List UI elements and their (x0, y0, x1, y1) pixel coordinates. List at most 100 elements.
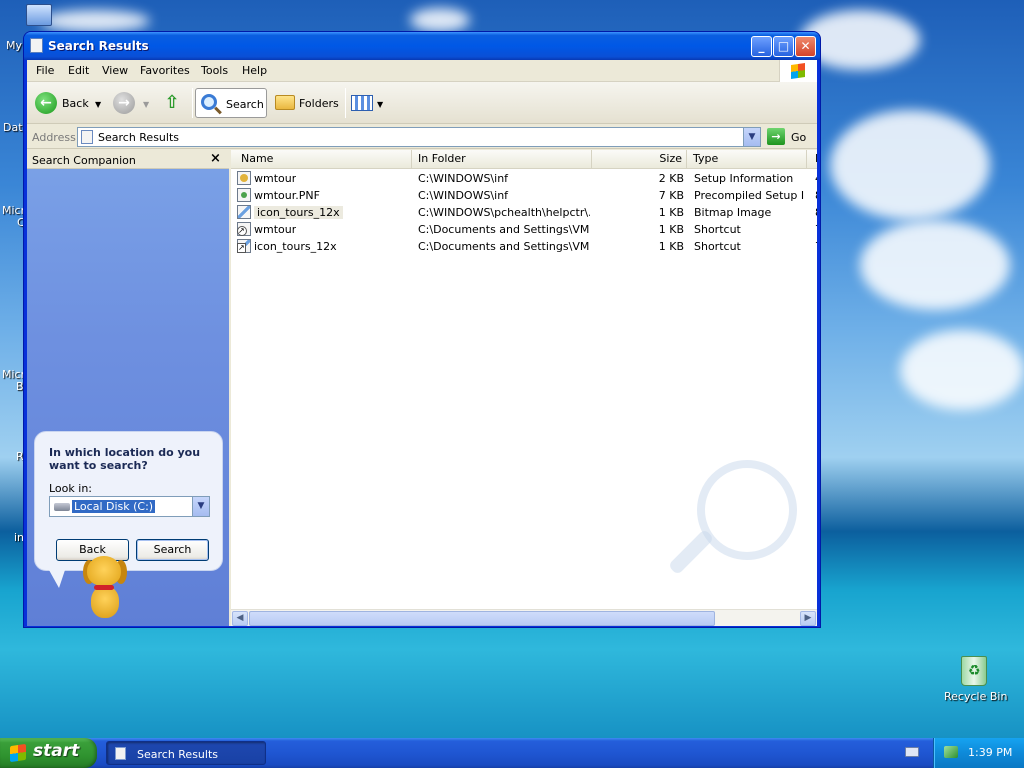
start-label: start (33, 741, 80, 761)
network-icon[interactable] (944, 746, 958, 758)
scroll-right-icon[interactable]: ▶ (800, 611, 816, 626)
address-input[interactable]: Search Results ▼ (77, 127, 761, 147)
up-folder-icon: ⇧ (164, 92, 180, 113)
file-folder: C:\WINDOWS\inf (418, 189, 509, 202)
table-row[interactable]: wmtour C:\Documents and Settings\VM2… 1 … (231, 221, 817, 238)
file-name: wmtour (254, 223, 297, 236)
file-date: 8 (815, 189, 817, 202)
file-name: icon_tours_12x (254, 206, 343, 219)
window-title: Search Results (48, 39, 149, 53)
local-disk-icon (54, 503, 70, 511)
column-size[interactable]: Size (592, 150, 687, 169)
search-icon (201, 94, 217, 110)
table-row[interactable]: icon_tours_12x C:\WINDOWS\pchealth\helpc… (231, 204, 817, 221)
folders-button[interactable]: Folders (271, 88, 341, 118)
search-button[interactable]: Search (195, 88, 267, 118)
window-client: File Edit View Favorites Tools Help ← Ba… (27, 60, 817, 626)
file-type: Setup Information (694, 172, 794, 185)
file-folder: C:\Documents and Settings\VM2… (418, 223, 590, 236)
back-button[interactable]: ← Back ▼ (35, 88, 107, 118)
search-wizard-button[interactable]: Search (136, 539, 209, 561)
views-dropdown-icon: ▼ (377, 100, 384, 109)
column-date[interactable]: D (807, 150, 817, 169)
recycle-bin[interactable]: Recycle Bin (944, 656, 1008, 703)
toolbar-separator (345, 88, 346, 118)
menu-tools[interactable]: Tools (201, 64, 228, 77)
address-bar: Address Search Results ▼ → Go (27, 125, 817, 149)
search-dog-icon[interactable] (77, 552, 137, 624)
folders-label: Folders (299, 97, 339, 110)
title-bar[interactable]: Search Results _ □ ✕ (24, 32, 820, 60)
table-row[interactable]: wmtour C:\WINDOWS\inf 2 KB Setup Informa… (231, 170, 817, 187)
dog-collar (94, 585, 114, 590)
scroll-thumb[interactable] (249, 611, 715, 626)
desktop-icon-my-computer[interactable]: My (6, 39, 22, 52)
up-folder-button[interactable]: ⇧ (161, 88, 187, 118)
taskbar: start Search Results 1:39 PM (0, 738, 1024, 768)
precompiled-file-icon (237, 188, 251, 202)
system-tray: 1:39 PM (933, 738, 1024, 768)
clock[interactable]: 1:39 PM (968, 746, 1012, 759)
menu-favorites[interactable]: Favorites (140, 64, 190, 77)
look-in-value: Local Disk (C:) (70, 499, 157, 514)
start-button[interactable]: start (0, 738, 97, 768)
menu-file[interactable]: File (36, 64, 54, 77)
views-button[interactable]: ▼ (349, 88, 385, 118)
file-folder: C:\WINDOWS\pchealth\helpctr\… (418, 206, 590, 219)
search-companion-header: Search Companion × (27, 150, 229, 169)
search-watermark-handle (667, 528, 715, 576)
cloud (410, 8, 470, 32)
file-size: 1 KB (658, 223, 684, 236)
search-results-icon (30, 38, 43, 53)
search-companion-title: Search Companion (32, 154, 136, 167)
menu-view[interactable]: View (102, 64, 128, 77)
column-in-folder[interactable]: In Folder (412, 150, 592, 169)
column-type[interactable]: Type (687, 150, 807, 169)
toolbar-separator (192, 88, 193, 118)
keyboard-icon[interactable] (905, 747, 919, 757)
go-arrow-icon: → (767, 128, 785, 145)
explorer-window: Search Results _ □ ✕ File Edit View Favo… (23, 31, 821, 628)
search-results-icon (81, 130, 93, 144)
menu-help[interactable]: Help (242, 64, 267, 77)
file-name: wmtour.PNF (254, 189, 320, 202)
table-row[interactable]: wmtour.PNF C:\WINDOWS\inf 7 KB Precompil… (231, 187, 817, 204)
horizontal-scrollbar[interactable]: ◀ ▶ (231, 609, 817, 626)
menu-bar: File Edit View Favorites Tools Help (27, 60, 817, 82)
file-size: 1 KB (658, 206, 684, 219)
folder-icon (275, 95, 295, 110)
toolbar: ← Back ▼ → ▼ ⇧ Search Folders ▼ (27, 82, 817, 124)
column-name[interactable]: Name (231, 150, 412, 169)
search-location-bubble: In which location do you want to search?… (34, 431, 223, 588)
search-results-icon (115, 747, 126, 760)
file-date: 4 (815, 172, 817, 185)
taskbar-item-search-results[interactable]: Search Results (106, 741, 266, 765)
cloud (860, 220, 1010, 310)
file-date: 7 (815, 240, 817, 253)
recycle-bin-label: Recycle Bin (944, 690, 1008, 703)
menu-edit[interactable]: Edit (68, 64, 89, 77)
setup-file-icon (237, 171, 251, 185)
desktop-icon-data[interactable]: Dat (3, 121, 23, 134)
scroll-left-icon[interactable]: ◀ (232, 611, 248, 626)
views-icon (351, 95, 373, 111)
file-list: Name In Folder Size Type D wmtour C:\WIN… (231, 150, 817, 626)
maximize-button[interactable]: □ (773, 36, 794, 57)
close-button[interactable]: ✕ (795, 36, 816, 57)
shortcut-file-icon (237, 222, 251, 236)
my-computer-icon[interactable] (26, 4, 52, 26)
close-pane-icon[interactable]: × (210, 151, 221, 166)
bitmap-file-icon (237, 205, 251, 219)
address-dropdown-icon[interactable]: ▼ (743, 128, 760, 146)
look-in-select[interactable]: Local Disk (C:) ▼ (49, 496, 210, 517)
back-dropdown-icon[interactable]: ▼ (95, 100, 101, 109)
shortcut-file-icon (237, 239, 251, 253)
table-row[interactable]: icon_tours_12x C:\Documents and Settings… (231, 238, 817, 255)
minimize-button[interactable]: _ (751, 36, 772, 57)
cloud (900, 330, 1024, 410)
address-value: Search Results (98, 131, 180, 144)
forward-dropdown-icon[interactable]: ▼ (143, 100, 149, 109)
chevron-down-icon[interactable]: ▼ (192, 497, 209, 516)
forward-button[interactable]: → ▼ (113, 88, 153, 118)
cloud (830, 110, 990, 220)
